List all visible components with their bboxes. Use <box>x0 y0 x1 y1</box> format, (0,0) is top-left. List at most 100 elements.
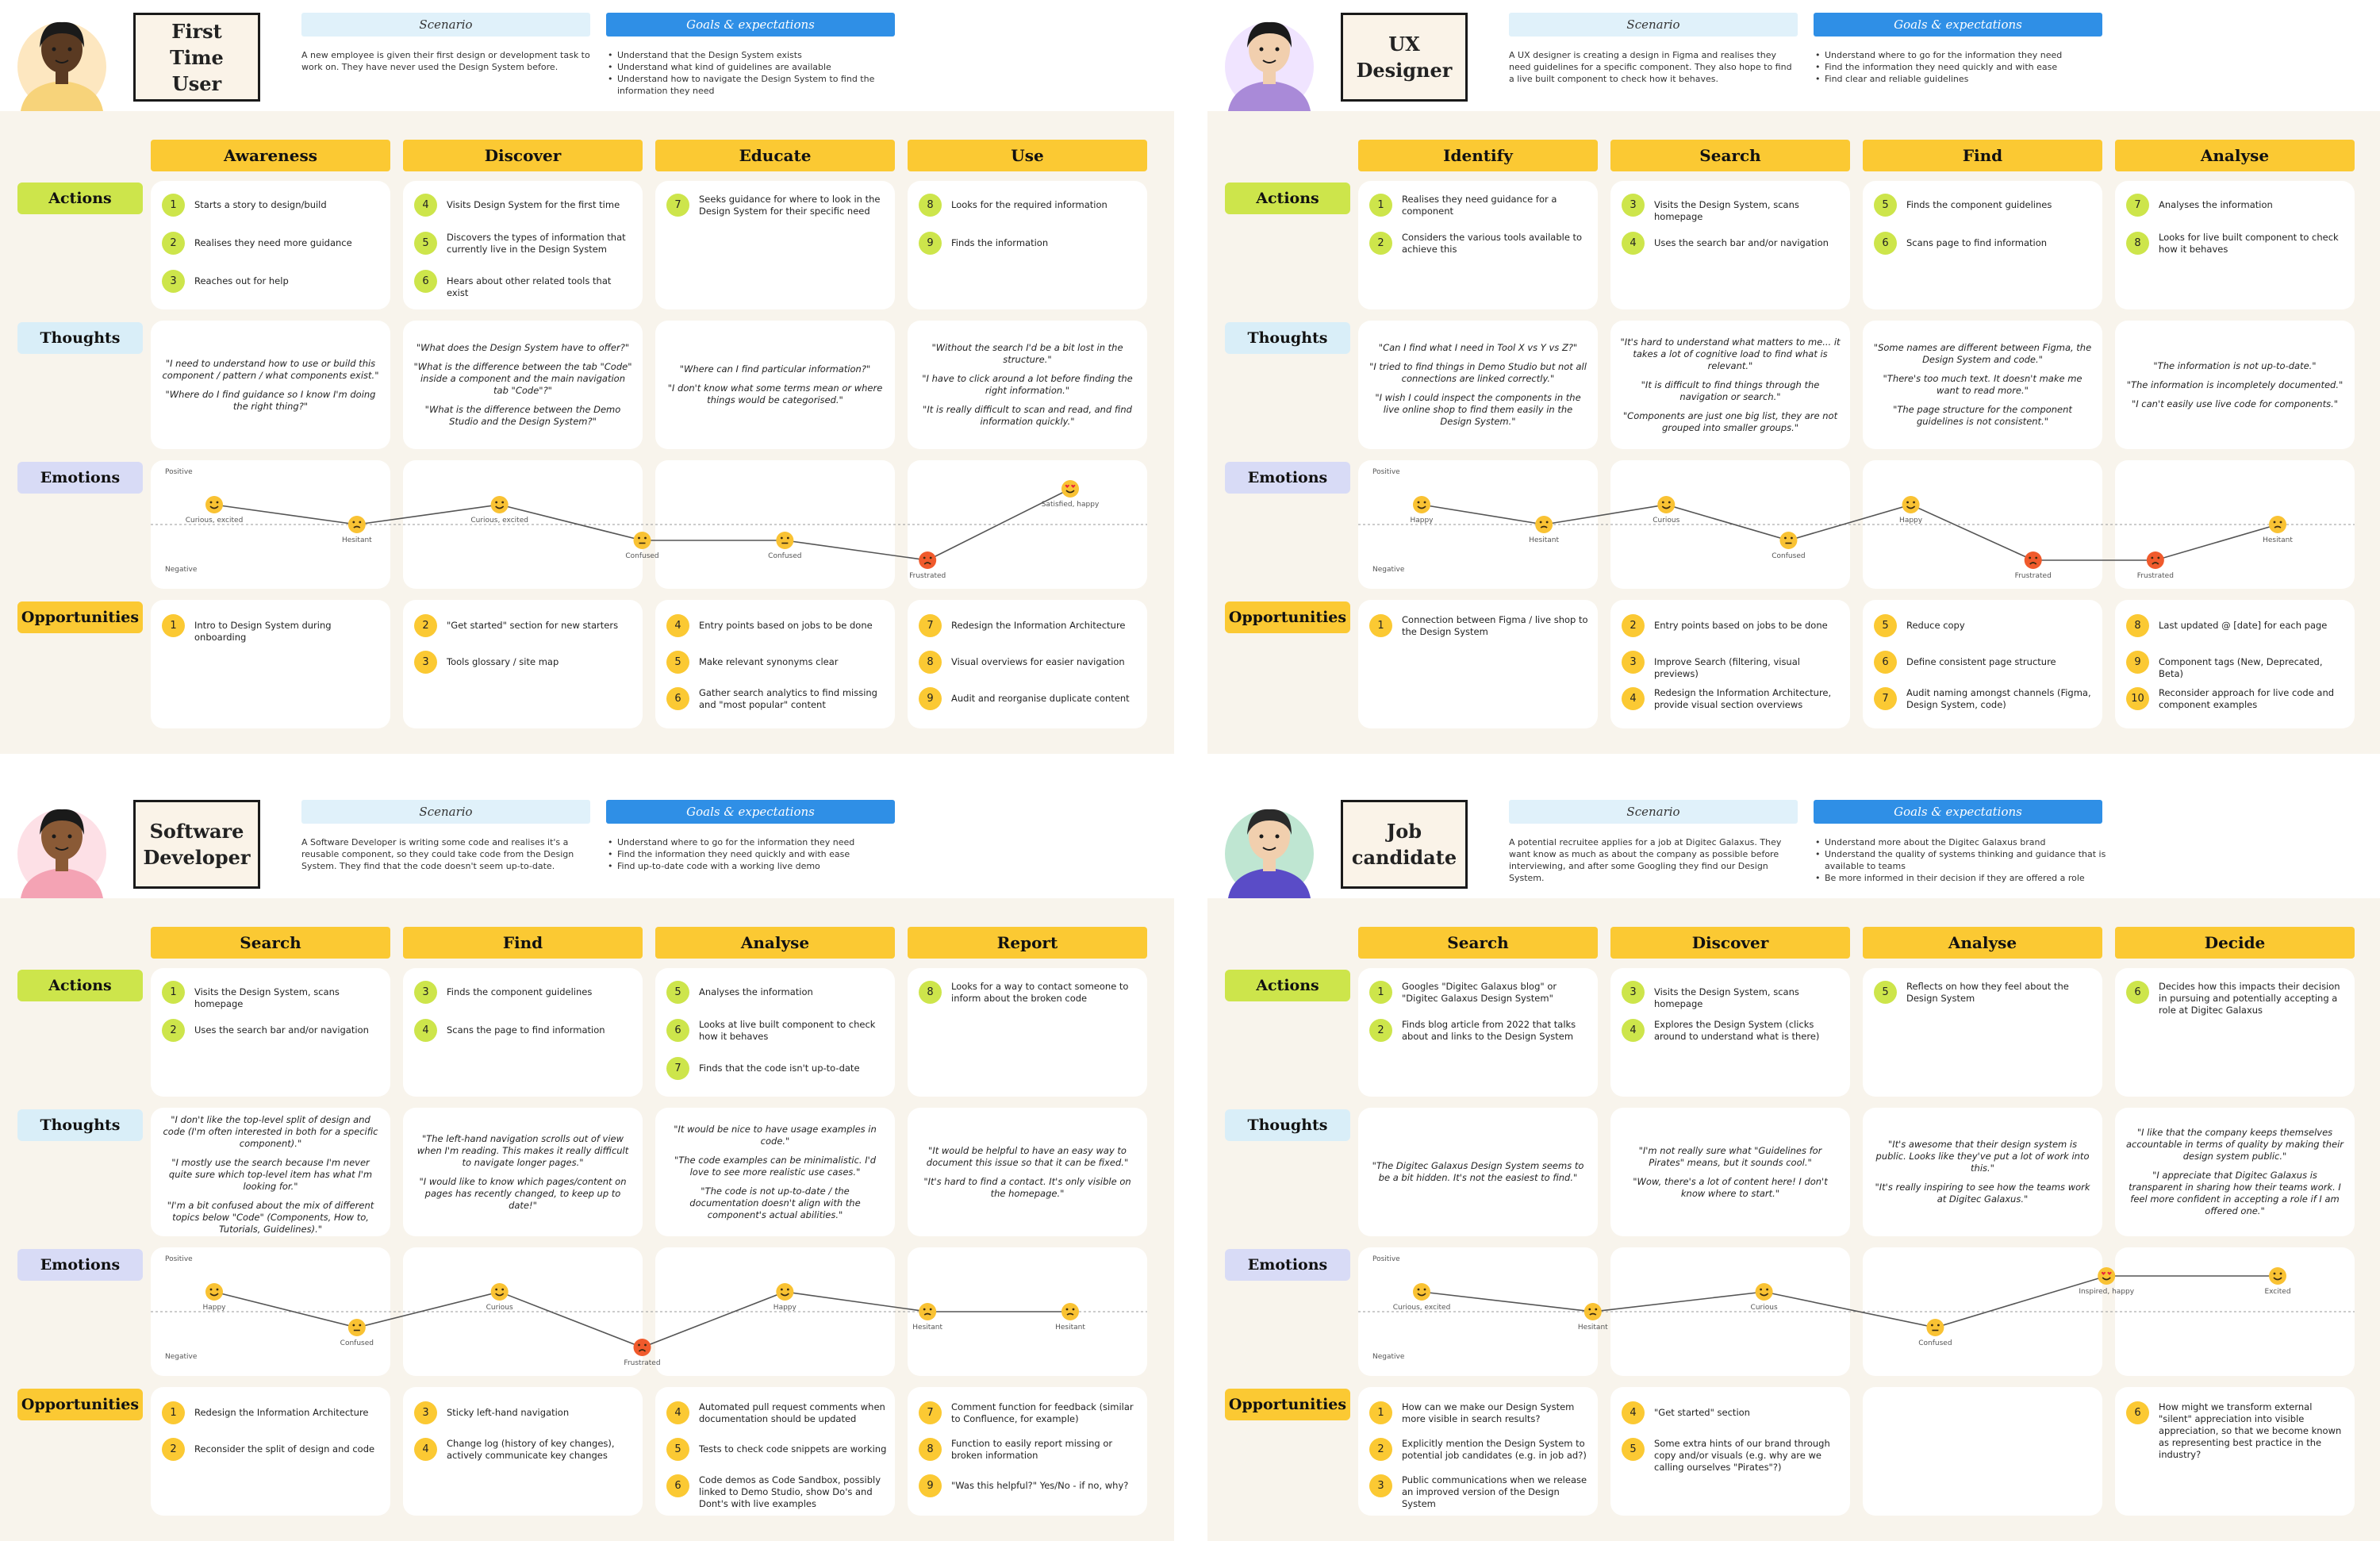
opportunity-number: 5 <box>666 651 689 674</box>
opportunity-item: 9 Audit and reorganise duplicate content <box>919 687 1139 710</box>
opportunity-item: 2 Explicitly mention the Design System to… <box>1369 1438 1590 1462</box>
opportunity-item: 7 Audit naming amongst channels (Figma, D… <box>1874 687 2094 711</box>
emotion-happy-icon <box>1755 1283 1773 1301</box>
goals-list: Understand more about the Digitec Galaxu… <box>1814 836 2109 884</box>
goals-list: Understand where to go for the informati… <box>606 836 901 872</box>
emotion-love-icon <box>2098 1267 2116 1285</box>
opportunity-number: 9 <box>919 1474 942 1497</box>
opportunities-card: 6 How might we transform external "silent… <box>2115 1387 2355 1516</box>
goals-pill: Goals & expectations <box>1814 800 2102 824</box>
emotion-happy-icon <box>776 1283 794 1301</box>
opportunity-text: How might we transform external "silent"… <box>2159 1401 2342 1460</box>
emotion-confused-icon <box>1779 532 1798 549</box>
scenario-text: A new employee is given their first desi… <box>301 50 590 72</box>
emotion-hesitant-icon <box>2269 516 2286 533</box>
opportunity-item: 7 Comment function for feedback (similar … <box>919 1401 1139 1425</box>
opportunity-text: Redesign the Information Architecture, p… <box>1654 687 1832 710</box>
opportunity-item: 3 Tools glossary / site map <box>414 651 635 674</box>
opportunity-text: Gather search analytics to find missing … <box>699 687 877 710</box>
goals-pill: Goals & expectations <box>606 800 895 824</box>
opportunity-number: 1 <box>162 1401 185 1424</box>
emotion-hesitant-icon <box>919 1303 937 1320</box>
emotion-label: Curious, excited <box>186 517 244 525</box>
opportunity-item: 3 Sticky left-hand navigation <box>414 1401 635 1424</box>
opportunities-card: 1 How can we make our Design System more … <box>1358 1387 1598 1516</box>
opportunity-text: Comment function for feedback (similar t… <box>951 1401 1134 1424</box>
emotion-happy-icon <box>490 496 509 513</box>
opportunity-text: Tests to check code snippets are working <box>699 1443 887 1455</box>
opportunity-text: Function to easily report missing or bro… <box>951 1438 1113 1461</box>
emotion-hesitant-icon <box>1583 1303 1602 1320</box>
persona-name: Software Developer <box>133 800 260 889</box>
opportunity-number: 6 <box>1874 651 1897 674</box>
opportunity-text: Automated pull request comments when doc… <box>699 1401 885 1424</box>
opportunity-number: 8 <box>919 1438 942 1461</box>
opportunity-item: 5 Tests to check code snippets are workin… <box>666 1438 887 1461</box>
opportunity-number: 4 <box>666 1401 689 1424</box>
persona-quadrant: Software Developer Scenario Goals & expect… <box>0 787 1174 1541</box>
emotion-confused-icon <box>1926 1319 1944 1336</box>
emotion-label: Hesitant <box>912 1324 942 1332</box>
opportunity-item: 4 Entry points based on jobs to be done <box>666 614 887 637</box>
opportunities-card: 5 Reduce copy 6 Define consistent page stru… <box>1863 600 2102 728</box>
opportunities-card: 2 "Get started" section for new starters 3… <box>403 600 643 728</box>
opportunity-item: 6 Code demos as Code Sandbox, possibly li… <box>666 1474 887 1510</box>
goals-list: Understand that the Design System exists… <box>606 49 901 97</box>
opportunity-text: Change log (history of key changes), act… <box>447 1438 615 1461</box>
emotion-happy-icon <box>1413 496 1430 513</box>
opportunity-item: 1 Redesign the Information Architecture <box>162 1401 382 1424</box>
opportunity-item: 8 Last updated @ [date] for each page <box>2126 614 2347 637</box>
emotion-label: Inspired, happy <box>2079 1288 2134 1296</box>
persona-quadrant: Job candidate Scenario Goals & expectation… <box>1207 787 2380 1541</box>
scenario-pill: Scenario <box>1509 13 1798 37</box>
opportunity-text: Visual overviews for easier navigation <box>951 656 1125 667</box>
goal-item: Be more informed in their decision if th… <box>1814 872 2109 884</box>
opportunity-item: 6 Define consistent page structure <box>1874 651 2094 674</box>
emotion-label: Happy <box>202 1304 226 1312</box>
goal-item: Understand where to go for the informati… <box>606 836 901 848</box>
persona-quadrant: UX Designer Scenario Goals & expectations A… <box>1207 0 2380 754</box>
opportunity-item: 2 Reconsider the split of design and code <box>162 1438 382 1461</box>
opportunity-item: 8 Function to easily report missing or br… <box>919 1438 1139 1462</box>
opportunities-card: 1 Connection between Figma / live shop to… <box>1358 600 1598 728</box>
opportunity-item: 4 "Get started" section <box>1622 1401 1842 1424</box>
opportunity-text: Reduce copy <box>1906 620 1965 631</box>
emotion-frustrated-icon <box>919 551 937 569</box>
emotion-line <box>1421 504 2278 561</box>
opportunity-text: Make relevant synonyms clear <box>699 656 839 667</box>
opportunity-number: 7 <box>919 1401 942 1424</box>
emotion-label: Confused <box>340 1339 374 1347</box>
emotion-label: Frustrated <box>2015 572 2052 580</box>
opportunity-item: 1 Intro to Design System during onboardin… <box>162 614 382 644</box>
opportunity-number: 2 <box>162 1438 185 1461</box>
opportunity-number: 4 <box>414 1438 437 1461</box>
opportunity-number: 3 <box>1622 651 1645 674</box>
emotion-label: Curious, excited <box>470 517 528 525</box>
emotion-label: Hesitant <box>342 536 372 544</box>
opportunity-text: Intro to Design System during onboarding <box>194 620 332 643</box>
emotion-happy-icon <box>1413 1283 1430 1301</box>
opportunity-text: "Was this helpful?" Yes/No - if no, why? <box>951 1480 1129 1491</box>
emotion-label: Frustrated <box>909 572 946 580</box>
scenario-pill: Scenario <box>301 800 590 824</box>
emotion-frustrated-icon <box>2024 551 2042 569</box>
opportunity-number: 3 <box>1369 1474 1392 1497</box>
opportunity-text: Reconsider the split of design and code <box>194 1443 375 1455</box>
opportunity-item: 4 Redesign the Information Architecture, … <box>1622 687 1842 711</box>
opportunity-item: 2 Entry points based on jobs to be done <box>1622 614 1842 637</box>
scenario-pill: Scenario <box>1509 800 1798 824</box>
goals-list: Understand where to go for the informati… <box>1814 49 2109 85</box>
opportunity-item: 7 Redesign the Information Architecture <box>919 614 1139 637</box>
goal-item: Understand how to navigate the Design Sy… <box>606 73 901 97</box>
persona-header: Software Developer Scenario Goals & expect… <box>0 787 1174 898</box>
opportunity-text: Entry points based on jobs to be done <box>1654 620 1828 631</box>
scenario-text: A potential recruitee applies for a job … <box>1509 837 1782 883</box>
opportunity-number: 4 <box>666 614 689 637</box>
scenario-text: A UX designer is creating a design in Fi… <box>1509 50 1792 84</box>
opportunity-number: 7 <box>1874 687 1897 710</box>
emotion-label: Curious <box>1751 1304 1778 1312</box>
opportunity-number: 3 <box>414 651 437 674</box>
emotion-label: Frustrated <box>624 1359 660 1367</box>
opportunity-number: 8 <box>919 651 942 674</box>
opportunity-text: "Get started" section for new starters <box>447 620 619 631</box>
